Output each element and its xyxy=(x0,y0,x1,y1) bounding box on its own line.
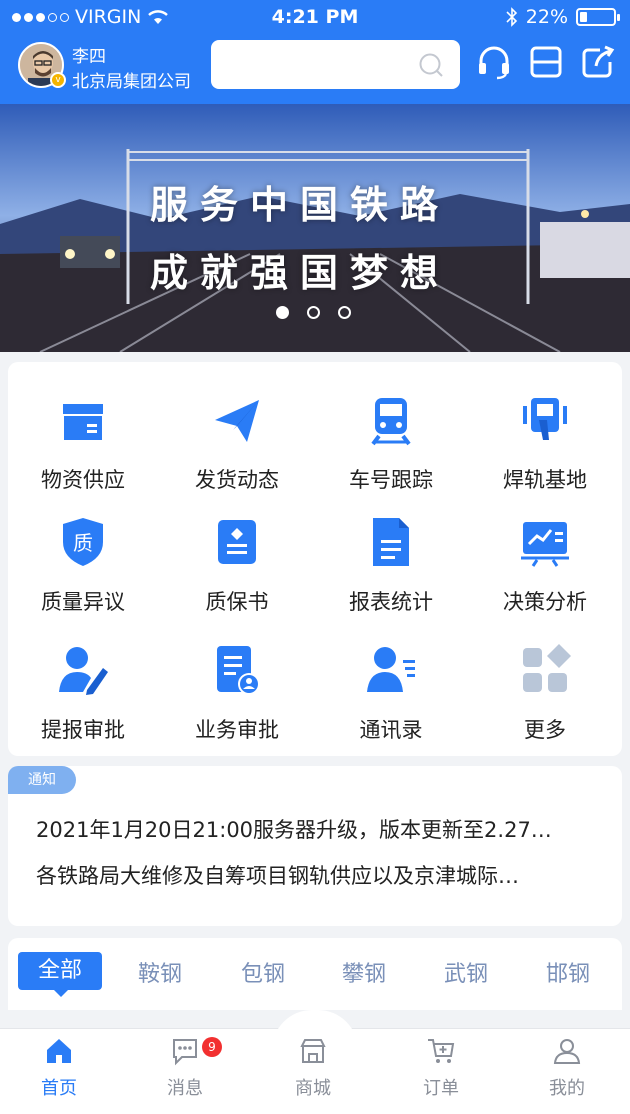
banner-slogan-1: 服务中国铁路 xyxy=(150,182,451,227)
more-grid-icon xyxy=(523,644,571,692)
carousel-dot[interactable] xyxy=(276,306,289,319)
notice-card: 通知 2021年1月20日21:00服务器升级，版本更新至2.27… 各铁路局大… xyxy=(8,766,622,926)
home-icon xyxy=(47,1039,71,1063)
user-organization: 北京局集团公司 xyxy=(72,72,191,92)
search-input[interactable] xyxy=(211,40,460,89)
nav-item-home[interactable]: 首页 xyxy=(14,1036,104,1100)
notice-item[interactable]: 各铁路局大维修及自筹项目钢轨供应以及京津城际… xyxy=(36,860,606,890)
function-grid: 物资供应 发货动态 车号跟踪 焊轨基地 质 质量异议 质保书 报表统计 决策分析… xyxy=(8,362,622,756)
notice-tag: 通知 xyxy=(8,766,76,794)
box-icon xyxy=(63,404,103,440)
svg-text:质: 质 xyxy=(73,531,93,555)
contacts-icon xyxy=(367,647,415,692)
chart-board-icon xyxy=(521,522,569,567)
bluetooth-icon xyxy=(506,7,517,27)
profile-icon xyxy=(553,1039,581,1064)
paper-plane-icon xyxy=(215,400,259,442)
grid-item-quality-objection[interactable]: 质 质量异议 xyxy=(8,512,158,616)
welding-icon xyxy=(523,398,567,440)
grid-item-decision-analysis[interactable]: 决策分析 xyxy=(470,512,620,616)
quality-shield-icon: 质 xyxy=(63,518,103,566)
banner-slogan-2: 成就强国梦想 xyxy=(150,250,451,295)
notice-item[interactable]: 2021年1月20日21:00服务器升级，版本更新至2.27… xyxy=(36,814,606,844)
cart-icon xyxy=(428,1039,455,1063)
doc-user-icon xyxy=(217,646,260,695)
tab-pangang[interactable]: 攀钢 xyxy=(342,956,386,988)
status-bar: VIRGIN 4:21 PM 22% xyxy=(0,0,630,34)
search-icon xyxy=(419,53,443,77)
unread-badge: 9 xyxy=(202,1037,222,1057)
tab-handan[interactable]: 邯钢 xyxy=(546,956,590,988)
nav-item-profile[interactable]: 我的 xyxy=(522,1036,612,1100)
document-icon xyxy=(373,518,409,566)
supplier-tabs: 全部 鞍钢 包钢 攀钢 武钢 邯钢 xyxy=(8,938,622,1010)
tab-baogang[interactable]: 包钢 xyxy=(241,956,285,988)
store-icon xyxy=(300,1039,326,1063)
top-header: VIRGIN 4:21 PM 22% v 李四 北京局集团公司 xyxy=(0,0,630,104)
grid-item-car-tracking[interactable]: 车号跟踪 xyxy=(316,390,466,494)
battery-percent: 22% xyxy=(525,6,568,28)
carousel-dot[interactable] xyxy=(338,306,351,319)
grid-item-material-supply[interactable]: 物资供应 xyxy=(8,390,158,494)
grid-item-report-statistics[interactable]: 报表统计 xyxy=(316,512,466,616)
user-edit-icon xyxy=(59,647,108,695)
grid-item-rail-welding-base[interactable]: 焊轨基地 xyxy=(470,390,620,494)
carousel-indicator[interactable] xyxy=(276,306,351,319)
grid-item-business-approval[interactable]: 业务审批 xyxy=(162,640,312,744)
share-icon[interactable] xyxy=(580,44,616,80)
grid-item-warranty-certificate[interactable]: 质保书 xyxy=(162,512,312,616)
message-icon xyxy=(173,1039,197,1066)
grid-item-submit-approval[interactable]: 提报审批 xyxy=(8,640,158,744)
train-icon xyxy=(371,398,411,446)
nav-item-orders[interactable]: 订单 xyxy=(396,1036,486,1100)
carousel-dot[interactable] xyxy=(307,306,320,319)
grid-item-more[interactable]: 更多 xyxy=(470,640,620,744)
tab-all[interactable]: 全部 xyxy=(18,952,102,997)
grid-item-shipment-status[interactable]: 发货动态 xyxy=(162,390,312,494)
scan-icon[interactable] xyxy=(528,44,564,80)
grid-item-contacts[interactable]: 通讯录 xyxy=(316,640,466,744)
tab-angang[interactable]: 鞍钢 xyxy=(138,956,182,988)
battery-icon xyxy=(576,8,620,26)
tab-wugang[interactable]: 武钢 xyxy=(444,956,488,988)
headset-icon[interactable] xyxy=(476,44,512,80)
certificate-icon xyxy=(218,520,256,564)
user-name: 李四 xyxy=(72,47,106,67)
verified-icon: v xyxy=(50,72,66,88)
nav-item-store[interactable]: 商城 xyxy=(268,1036,358,1100)
